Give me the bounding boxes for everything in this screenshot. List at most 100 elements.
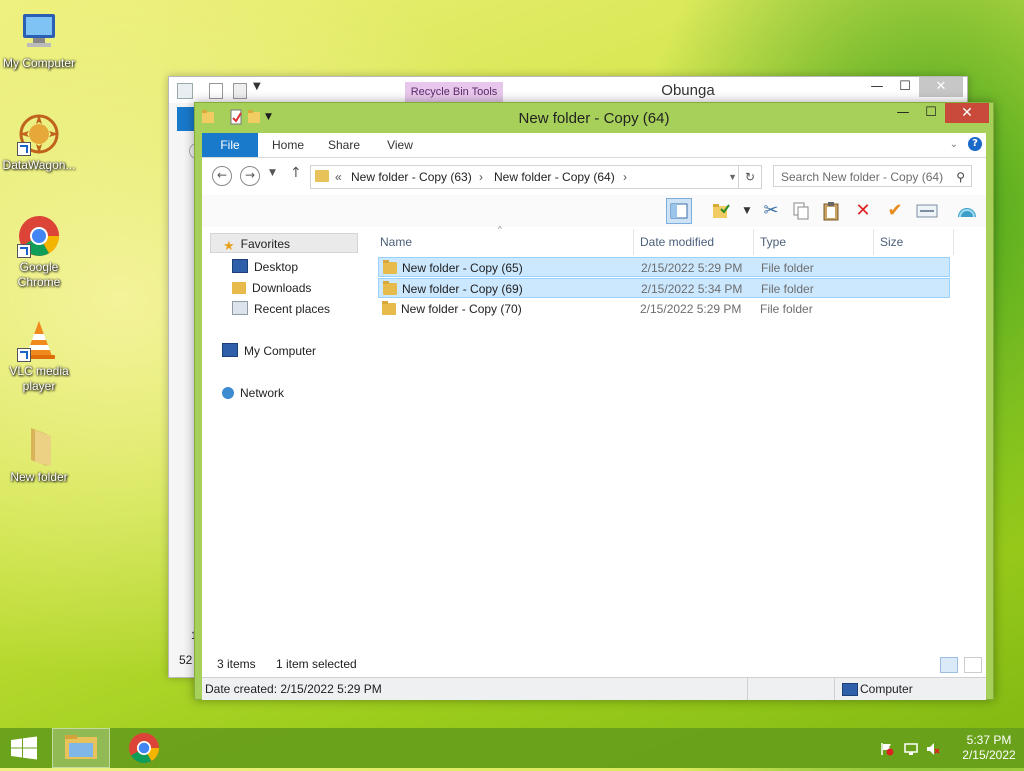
- ribbon-tabs: File Home Share View ⌄ ?: [202, 133, 986, 158]
- cut-icon[interactable]: ✂: [758, 198, 784, 224]
- breadcrumb-segment[interactable]: New folder - Copy (64): [494, 166, 615, 188]
- shortcut-arrow-icon: [17, 244, 31, 258]
- computer-icon: [842, 683, 858, 696]
- file-date: 2/15/2022 5:34 PM: [641, 282, 743, 296]
- search-icon: ⚲: [956, 170, 965, 184]
- navigation-bar: ← → ▼ ↑ « New folder - Copy (63) › New f…: [202, 158, 986, 194]
- file-name: New folder - Copy (69): [402, 282, 523, 296]
- window-body: File Home Share View ⌄ ? ← → ▼ ↑ « New f…: [202, 133, 986, 700]
- shell-icon[interactable]: [954, 198, 980, 224]
- computer-icon: [222, 343, 238, 357]
- maximize-button[interactable]: ☐: [917, 103, 945, 123]
- chrome-icon: [17, 214, 61, 258]
- desktop-icon-label: Google Chrome: [17, 260, 61, 289]
- desktop-icon-google-chrome[interactable]: Google Chrome: [0, 214, 78, 290]
- minimize-button[interactable]: —: [863, 77, 891, 97]
- folder-icon: [315, 170, 329, 182]
- clock-time[interactable]: 5:37 PM: [958, 733, 1020, 748]
- address-overflow[interactable]: «: [335, 166, 342, 188]
- address-bar[interactable]: « New folder - Copy (63) › New folder - …: [310, 165, 762, 189]
- details-bar: Date created: 2/15/2022 5:29 PM Computer: [202, 677, 986, 700]
- nav-downloads[interactable]: Downloads: [232, 278, 311, 298]
- window-titlebar[interactable]: ▼ New folder - Copy (64) — ☐ ✕: [195, 103, 993, 133]
- close-button[interactable]: ✕: [945, 103, 989, 123]
- background-window-titlebar[interactable]: ▼ Recycle Bin Tools Obunga — ☐ ✕: [169, 77, 967, 103]
- file-row[interactable]: New folder - Copy (70) 2/15/2022 5:29 PM…: [378, 299, 950, 319]
- breadcrumb-segment[interactable]: New folder - Copy (63): [351, 166, 472, 188]
- nav-desktop[interactable]: Desktop: [232, 257, 298, 277]
- copy-icon[interactable]: [788, 198, 814, 224]
- tab-file[interactable]: File: [202, 133, 258, 157]
- desktop-icon-my-computer[interactable]: My Computer: [0, 10, 78, 71]
- taskbar-chrome[interactable]: [116, 728, 172, 768]
- nav-network[interactable]: Network: [222, 383, 284, 403]
- refresh-button[interactable]: ↻: [738, 166, 761, 188]
- file-row[interactable]: New folder - Copy (65) 2/15/2022 5:29 PM…: [378, 257, 950, 277]
- desktop-icon-vlc[interactable]: VLC media player: [0, 318, 78, 394]
- column-header-type[interactable]: Type: [754, 229, 874, 255]
- properties-icon[interactable]: [914, 198, 940, 224]
- breadcrumb-separator[interactable]: ›: [479, 166, 483, 188]
- background-status-number: 52: [179, 653, 193, 667]
- file-row[interactable]: New folder - Copy (69) 2/15/2022 5:34 PM…: [378, 278, 950, 298]
- folder-options-dropdown-icon[interactable]: ▼: [734, 198, 760, 224]
- desktop-icon-label: New folder: [10, 470, 68, 484]
- nav-favorites[interactable]: ★ Favorites: [210, 233, 358, 253]
- desktop-icon-label: VLC media player: [9, 364, 69, 393]
- close-button[interactable]: ✕: [919, 77, 963, 97]
- expand-ribbon-icon[interactable]: ⌄: [950, 139, 958, 150]
- file-date: 2/15/2022 5:29 PM: [641, 261, 743, 275]
- status-bar: 3 items 1 item selected: [202, 653, 986, 675]
- datawagon-logo-icon: [17, 112, 61, 156]
- column-header-name[interactable]: Name: [374, 229, 634, 255]
- nav-network-label: Network: [240, 386, 285, 400]
- nav-my-computer[interactable]: My Computer: [222, 341, 316, 361]
- start-button[interactable]: [0, 728, 48, 768]
- volume-muted-icon[interactable]: [926, 742, 940, 759]
- column-header-date-modified[interactable]: Date modified: [634, 229, 754, 255]
- clock-date[interactable]: 2/15/2022: [958, 748, 1020, 763]
- nav-my-computer-label: My Computer: [244, 344, 317, 358]
- nav-recent-places[interactable]: Recent places: [232, 299, 330, 319]
- window-title: New folder - Copy (64): [518, 110, 670, 127]
- details-view-button[interactable]: [940, 657, 958, 673]
- rename-check-icon[interactable]: ✔: [882, 198, 908, 224]
- help-button[interactable]: ?: [968, 137, 982, 151]
- desktop-icon-new-folder[interactable]: New folder: [0, 424, 78, 485]
- back-button[interactable]: ←: [212, 166, 232, 186]
- recent-locations-dropdown-icon[interactable]: ▼: [269, 168, 276, 178]
- file-date: 2/15/2022 5:29 PM: [640, 302, 742, 316]
- paste-icon[interactable]: [818, 198, 844, 224]
- desktop-icon: [232, 259, 248, 273]
- address-dropdown-icon[interactable]: ▼: [728, 166, 737, 188]
- tab-view[interactable]: View: [378, 133, 422, 157]
- desktop-icon-label: DataWagon...: [2, 158, 76, 172]
- desktop-icon-datawagon[interactable]: DataWagon...: [0, 112, 78, 173]
- action-center-flag-icon[interactable]: [880, 742, 894, 756]
- details-divider: [747, 678, 748, 700]
- network-icon: [222, 387, 234, 399]
- preview-pane-icon[interactable]: [666, 198, 692, 224]
- windows-logo-icon: [11, 736, 37, 760]
- tab-home[interactable]: Home: [264, 133, 312, 157]
- taskbar-file-explorer[interactable]: [52, 728, 110, 768]
- delete-icon[interactable]: ✕: [850, 198, 876, 224]
- network-tray-icon[interactable]: [904, 742, 918, 759]
- navigation-pane: ★ Favorites Desktop Downloads Recent plac…: [202, 229, 364, 649]
- large-icons-view-button[interactable]: [964, 657, 982, 673]
- vlc-cone-icon: [17, 318, 61, 362]
- up-button[interactable]: ↑: [290, 165, 302, 181]
- maximize-button[interactable]: ☐: [891, 77, 919, 97]
- forward-button[interactable]: →: [240, 166, 260, 186]
- nav-desktop-label: Desktop: [254, 260, 299, 274]
- column-header-size[interactable]: Size: [874, 229, 954, 255]
- folder-options-icon[interactable]: [708, 198, 734, 224]
- file-type: File folder: [760, 302, 813, 316]
- search-input[interactable]: Search New folder - Copy (64) ⚲: [773, 165, 972, 187]
- minimize-button[interactable]: —: [889, 103, 917, 123]
- folder-icon: [383, 281, 397, 295]
- tab-share[interactable]: Share: [322, 133, 366, 157]
- explorer-window[interactable]: ▼ New folder - Copy (64) — ☐ ✕ File Home…: [194, 102, 994, 700]
- breadcrumb-separator[interactable]: ›: [623, 166, 627, 188]
- file-list: ^ Name Date modified Type Size New folde…: [372, 225, 986, 649]
